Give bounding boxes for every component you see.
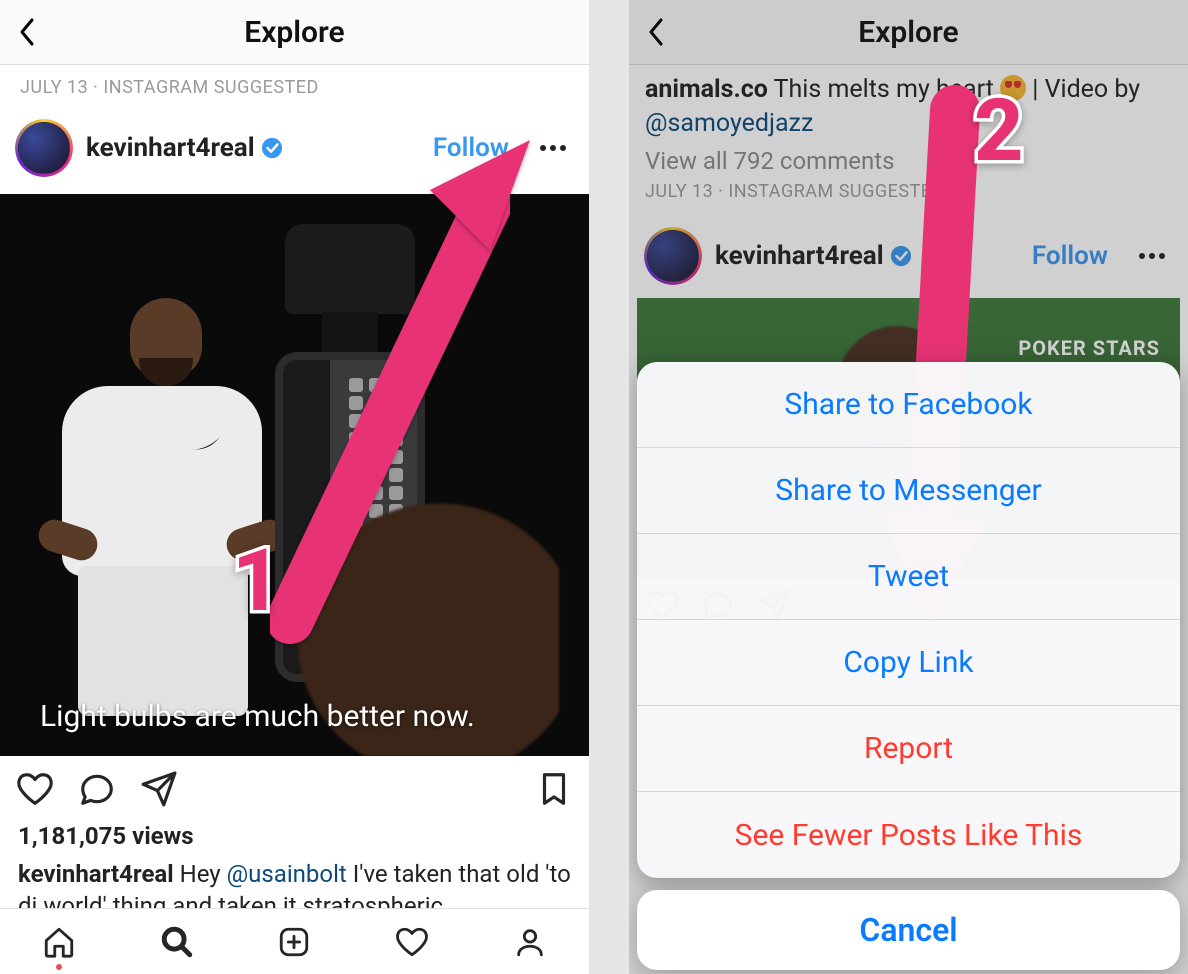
tab-activity[interactable] xyxy=(353,909,471,974)
sheet-cancel-button[interactable]: Cancel xyxy=(637,890,1180,970)
share-button[interactable] xyxy=(140,770,178,812)
add-icon xyxy=(277,925,311,959)
bookmark-icon xyxy=(535,770,573,808)
phone-right: Explore animals.co This melts my heart |… xyxy=(629,0,1188,974)
sheet-item-copy-link[interactable]: Copy Link xyxy=(637,620,1180,706)
search-icon xyxy=(160,925,194,959)
chevron-left-icon xyxy=(18,16,38,48)
tab-add[interactable] xyxy=(236,909,354,974)
mention-link[interactable]: @usainbolt xyxy=(227,860,347,888)
sheet-item-share-messenger[interactable]: Share to Messenger xyxy=(637,448,1180,534)
send-icon xyxy=(140,770,178,808)
verified-icon xyxy=(261,137,283,159)
comment-icon xyxy=(78,770,116,808)
username[interactable]: kevinhart4real xyxy=(86,133,283,163)
sheet-item-report[interactable]: Report xyxy=(637,706,1180,792)
tab-home[interactable] xyxy=(0,909,118,974)
more-options-button[interactable] xyxy=(533,145,573,151)
suggested-meta: JULY 13 · INSTAGRAM SUGGESTED xyxy=(0,65,589,98)
header-title: Explore xyxy=(244,15,344,50)
post-media[interactable]: Fu s Light bulbs are much better now. xyxy=(0,194,589,756)
follow-button[interactable]: Follow xyxy=(433,133,509,163)
phone-left: Explore JULY 13 · INSTAGRAM SUGGESTED ke… xyxy=(0,0,589,974)
like-button[interactable] xyxy=(16,770,54,812)
home-icon xyxy=(42,925,76,959)
username-text: kevinhart4real xyxy=(86,133,255,163)
avatar[interactable] xyxy=(16,120,72,176)
views-count: 1,181,075 views xyxy=(0,818,589,854)
bookmark-button[interactable] xyxy=(535,770,573,812)
tab-profile[interactable] xyxy=(471,909,589,974)
heart-icon xyxy=(16,770,54,808)
post-header: kevinhart4real Follow xyxy=(0,98,589,194)
tab-search[interactable] xyxy=(118,909,236,974)
action-bar xyxy=(0,756,589,818)
header: Explore xyxy=(0,0,589,64)
sheet-item-share-facebook[interactable]: Share to Facebook xyxy=(637,362,1180,448)
action-sheet: Share to Facebook Share to Messenger Twe… xyxy=(637,362,1180,970)
column-gap xyxy=(589,0,629,974)
video-subtitle: Light bulbs are much better now. xyxy=(40,699,475,734)
sheet-item-tweet[interactable]: Tweet xyxy=(637,534,1180,620)
media-overlay-text: Fu s xyxy=(444,234,489,259)
tab-bar xyxy=(0,908,589,974)
sheet-item-see-fewer[interactable]: See Fewer Posts Like This xyxy=(637,792,1180,878)
person-figure xyxy=(40,236,280,756)
comment-button[interactable] xyxy=(78,770,116,812)
caption-username[interactable]: kevinhart4real xyxy=(18,860,174,888)
heart-icon xyxy=(395,925,429,959)
user-icon xyxy=(513,925,547,959)
back-button[interactable] xyxy=(14,14,42,50)
